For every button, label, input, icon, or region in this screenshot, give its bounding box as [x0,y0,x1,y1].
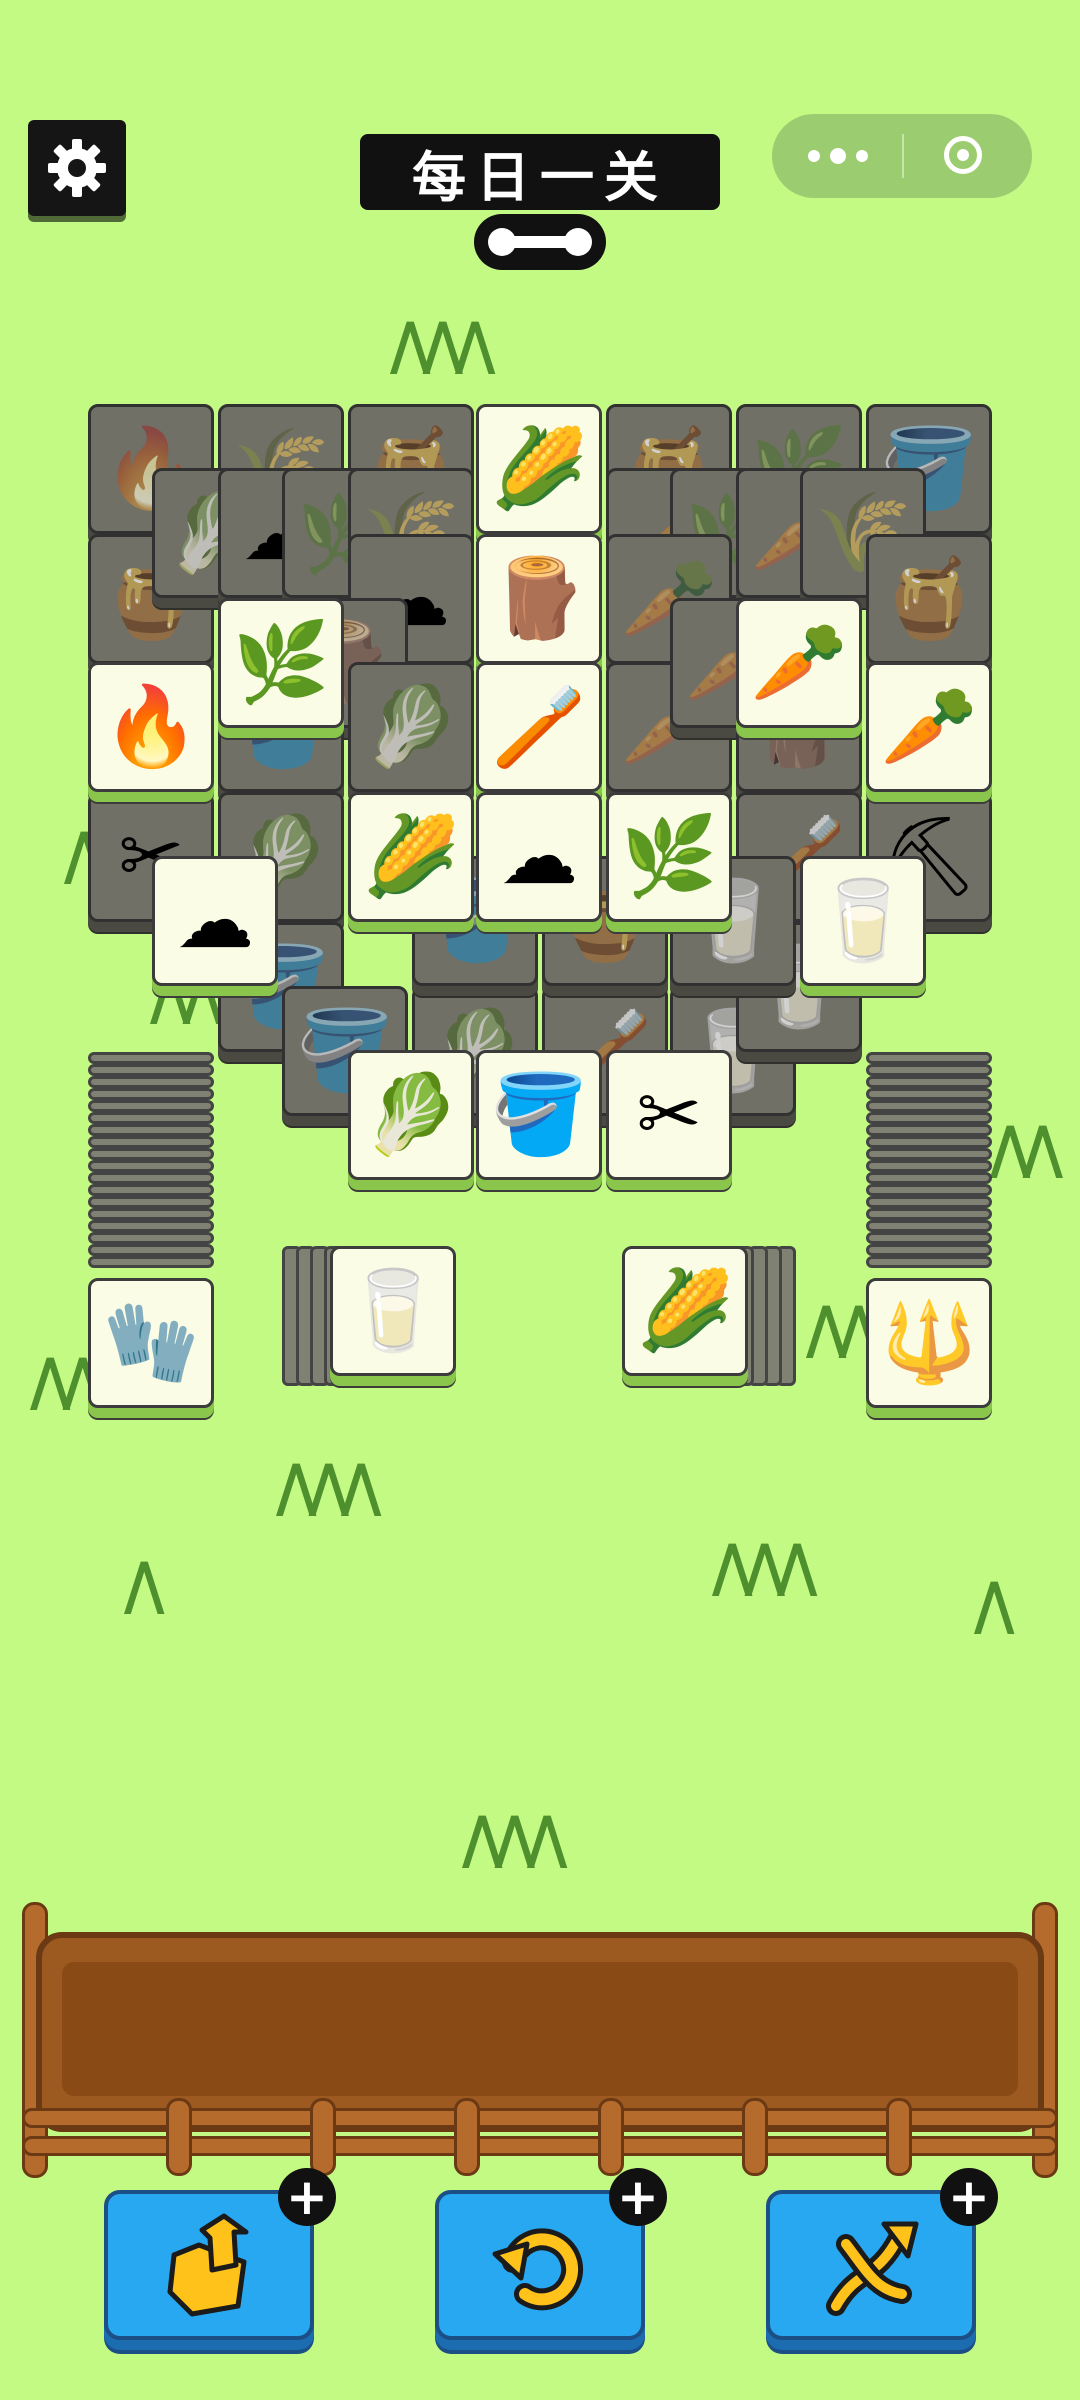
hive-icon: 🍯 [880,554,978,644]
milk-icon: 🥛 [814,876,912,966]
undo-arrow-icon [492,2228,584,2311]
corn-icon: 🌽 [636,1266,734,1356]
grass-decoration: ⋀⋀ [806,1294,879,1362]
brush-icon: 🪥 [490,682,588,772]
fence-post [886,2098,912,2176]
grass-decoration: ⋀⋀⋀ [276,1452,381,1520]
tile-cotton[interactable]: ☁ [476,792,602,922]
fence-post [454,2098,480,2176]
grass-decoration: ⋀ [974,1570,1015,1638]
grass-decoration: ⋀⋀ [30,1346,103,1414]
grass-icon: 🌿 [620,812,718,902]
page-title: 每日一关 [360,134,720,210]
milk-icon: 🥛 [344,1266,442,1356]
tile-glove[interactable]: 🧤 [88,1278,214,1408]
stump-icon: 🪵 [490,554,588,644]
cotton-icon: ☁ [176,876,254,966]
glove-icon: 🧤 [102,1298,200,1388]
tile-hive-blocked: 🍯 [866,534,992,664]
fence-post [166,2098,192,2176]
tile-corn[interactable]: 🌽 [476,404,602,534]
fork-icon: 🔱 [880,1298,978,1388]
grass-decoration: ⋀⋀ [990,1114,1063,1182]
move-out-button[interactable]: + [104,2168,336,2340]
tile-cabbage[interactable]: 🥬 [348,1050,474,1180]
tile-milk[interactable]: 🥛 [800,856,926,986]
fence-post [742,2098,768,2176]
box-out-icon [167,2213,249,2317]
target-circle-icon[interactable] [944,136,982,174]
shuffle-icon [826,2221,919,2316]
cabbage-icon: 🥬 [362,682,460,772]
grass-decoration: ⋀⋀⋀ [390,310,495,378]
cabbage-icon: 🥬 [362,1070,460,1160]
bucket-icon: 🪣 [490,1070,588,1160]
add-badge: + [609,2168,667,2226]
tile-stump[interactable]: 🪵 [476,534,602,664]
tile-corn[interactable]: 🌽 [622,1246,748,1376]
tile-shears[interactable]: ✂ [606,1050,732,1180]
tile-brush[interactable]: 🪥 [476,662,602,792]
cotton-icon: ☁ [500,812,578,902]
tile-cabbage-blocked: 🥬 [348,662,474,792]
tile-grass[interactable]: 🌿 [606,792,732,922]
tile-milk[interactable]: 🥛 [330,1246,456,1376]
shears-icon: ✂ [636,1070,702,1160]
tile-fire[interactable]: 🔥 [88,662,214,792]
corn-icon: 🌽 [362,812,460,902]
add-badge: + [278,2168,336,2226]
mini-program-capsule [772,114,1032,198]
fire-icon: 🔥 [102,682,200,772]
tile-bucket[interactable]: 🪣 [476,1050,602,1180]
progress-bar-icon [474,214,606,270]
tile-carrot[interactable]: 🥕 [866,662,992,792]
more-dots-icon[interactable] [808,144,868,168]
fence-post [598,2098,624,2176]
tile-carrot[interactable]: 🥕 [736,598,862,728]
undo-button[interactable]: + [435,2168,667,2340]
shuffle-button[interactable]: + [766,2168,998,2340]
gear-icon [48,139,106,197]
tile-fork[interactable]: 🔱 [866,1278,992,1408]
grass-icon: 🌿 [232,618,330,708]
tile-cotton[interactable]: ☁ [152,856,278,986]
carrot-icon: 🥕 [750,618,848,708]
add-badge: + [940,2168,998,2226]
tile-corn[interactable]: 🌽 [348,792,474,922]
grass-decoration: ⋀ [124,1550,165,1618]
tile-grass[interactable]: 🌿 [218,598,344,728]
grass-decoration: ⋀⋀⋀ [712,1532,817,1600]
corn-icon: 🌽 [490,424,588,514]
settings-button[interactable] [28,120,126,216]
grass-decoration: ⋀⋀⋀ [462,1804,567,1872]
carrot-icon: 🥕 [880,682,978,772]
fence-post [310,2098,336,2176]
